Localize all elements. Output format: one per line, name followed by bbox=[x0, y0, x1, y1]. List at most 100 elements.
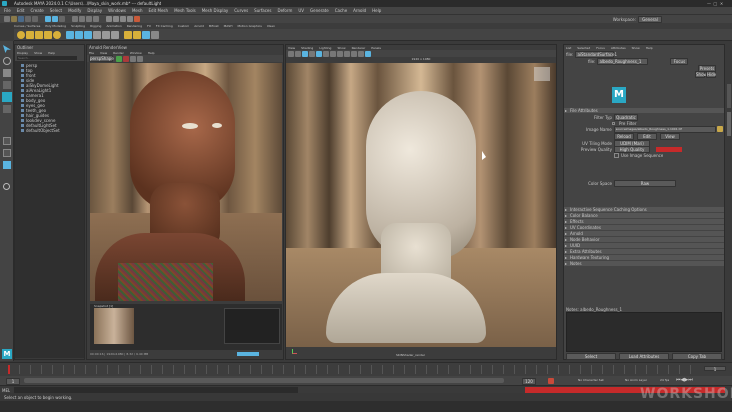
shelf-tab-5[interactable]: Rendering bbox=[127, 24, 142, 28]
no-anim-layer-label[interactable]: No Anim Layer bbox=[625, 378, 647, 382]
outliner-item[interactable]: defaultObjectSet bbox=[15, 128, 84, 133]
single-view-icon[interactable] bbox=[3, 137, 11, 145]
render-view-menu-item-1[interactable]: View bbox=[100, 51, 107, 55]
menu-item-16[interactable]: Cache bbox=[335, 8, 347, 13]
ae-view-button[interactable]: View bbox=[660, 132, 680, 140]
move-tool-icon[interactable] bbox=[3, 81, 11, 89]
ae-notes-field[interactable] bbox=[566, 312, 722, 352]
snap-curve-icon[interactable] bbox=[79, 16, 85, 22]
current-time-marker[interactable] bbox=[8, 365, 10, 374]
snap-point-icon[interactable] bbox=[86, 16, 92, 22]
time-ruler[interactable] bbox=[8, 365, 698, 374]
ae-hide-button[interactable]: Hide bbox=[706, 70, 716, 78]
menu-item-13[interactable]: Deform bbox=[277, 8, 292, 13]
paint-select-icon[interactable] bbox=[3, 69, 11, 77]
render-view-menu-item-2[interactable]: Render bbox=[113, 51, 124, 55]
current-frame-field[interactable]: 1 bbox=[704, 366, 726, 372]
viewport-menu-item-1[interactable]: Shading bbox=[301, 46, 313, 50]
menu-item-4[interactable]: Modify bbox=[68, 8, 81, 13]
poly-torus-icon[interactable] bbox=[53, 30, 61, 39]
outliner-menu-item-2[interactable]: Help bbox=[48, 51, 55, 55]
ipr-render-icon[interactable] bbox=[113, 16, 119, 22]
menu-item-6[interactable]: Windows bbox=[108, 8, 126, 13]
menu-item-10[interactable]: Mesh Display bbox=[202, 8, 229, 13]
redo-icon[interactable] bbox=[32, 16, 38, 22]
center-pivot-icon[interactable] bbox=[151, 30, 159, 39]
ambient-occlusion-icon[interactable] bbox=[344, 50, 350, 57]
auto-key-icon[interactable] bbox=[548, 378, 554, 384]
ae-load-button[interactable]: Load Attributes bbox=[619, 352, 669, 360]
workspace-dropdown[interactable]: General bbox=[638, 16, 662, 23]
ae-show-button[interactable]: Show bbox=[695, 70, 707, 78]
arnold-render-icon[interactable] bbox=[134, 16, 140, 22]
shelf-tab-3[interactable]: Rigging bbox=[90, 24, 101, 28]
menu-item-18[interactable]: Help bbox=[372, 8, 381, 13]
viewport-menu-item-2[interactable]: Lighting bbox=[319, 46, 331, 50]
ae-section[interactable]: Extra Attributes bbox=[564, 249, 724, 254]
isolate-select-icon[interactable] bbox=[351, 50, 357, 57]
shelf-tab-12[interactable]: Motion Graphics bbox=[237, 24, 261, 28]
shelf-tab-11[interactable]: MASH bbox=[224, 24, 233, 28]
bevel-icon[interactable] bbox=[102, 30, 110, 39]
menu-item-12[interactable]: Surfaces bbox=[254, 8, 271, 13]
fps-label[interactable]: 24 fps bbox=[660, 378, 669, 382]
range-bar[interactable] bbox=[24, 378, 504, 383]
ae-section[interactable]: Node Behavior bbox=[564, 237, 724, 242]
menu-item-5[interactable]: Display bbox=[87, 8, 102, 13]
image-seq-checkbox[interactable] bbox=[614, 152, 619, 158]
viewport-menu-item-0[interactable]: View bbox=[288, 46, 295, 50]
grid-toggle-icon[interactable] bbox=[302, 50, 308, 57]
poly-cube-icon[interactable] bbox=[26, 30, 34, 39]
combine-icon[interactable] bbox=[66, 30, 74, 39]
mirror-icon[interactable] bbox=[142, 30, 150, 39]
ae-preview-dropdown[interactable]: High Quality bbox=[614, 145, 650, 153]
resolution-gate-icon[interactable] bbox=[365, 50, 371, 57]
search-icon[interactable] bbox=[3, 183, 10, 190]
menu-item-17[interactable]: Arnold bbox=[353, 8, 366, 13]
use-lights-icon[interactable] bbox=[330, 50, 336, 57]
shelf-tab-10[interactable]: Bifrost bbox=[209, 24, 219, 28]
shelf-tab-6[interactable]: FX bbox=[147, 24, 151, 28]
snapshot-thumb[interactable] bbox=[94, 308, 134, 344]
menu-item-8[interactable]: Edit Mesh bbox=[149, 8, 169, 13]
render-play-icon[interactable] bbox=[116, 55, 122, 62]
render-view-menu-item-0[interactable]: File bbox=[89, 51, 94, 55]
render-settings-icon[interactable] bbox=[120, 16, 126, 22]
smooth-icon[interactable] bbox=[84, 30, 92, 39]
ae-node-field[interactable]: aiStandardSurface1 bbox=[575, 51, 617, 58]
xray-icon[interactable] bbox=[358, 50, 364, 57]
scale-tool-icon[interactable] bbox=[3, 105, 11, 113]
outliner-menu-item-0[interactable]: Display bbox=[17, 51, 28, 55]
extrude-icon[interactable] bbox=[93, 30, 101, 39]
separate-icon[interactable] bbox=[75, 30, 83, 39]
ae-section-file[interactable]: File Attributes bbox=[564, 108, 724, 113]
shelf-tab-7[interactable]: FX Caching bbox=[156, 24, 173, 28]
new-scene-icon[interactable] bbox=[4, 16, 10, 22]
ae-section[interactable]: Arnold bbox=[564, 231, 724, 236]
menu-item-7[interactable]: Mesh bbox=[132, 8, 143, 13]
snapshot-icon[interactable] bbox=[137, 55, 143, 62]
select-hierarchy-icon[interactable] bbox=[45, 16, 51, 22]
render-refresh-icon[interactable] bbox=[130, 55, 136, 62]
rotate-tool-icon[interactable] bbox=[2, 92, 12, 102]
ae-filter-type-dropdown[interactable]: Quadratic bbox=[614, 113, 638, 121]
snap-surface-icon[interactable] bbox=[93, 16, 99, 22]
shelf-tab-0[interactable]: Curves / Surfaces bbox=[14, 24, 40, 28]
ae-menu-item-4[interactable]: Show bbox=[632, 46, 640, 50]
open-scene-icon[interactable] bbox=[11, 16, 17, 22]
render-view-menu-item-3[interactable]: Window bbox=[130, 51, 142, 55]
folder-icon[interactable] bbox=[717, 126, 723, 132]
ae-menu-item-0[interactable]: List bbox=[566, 46, 571, 50]
ae-node-name-field[interactable]: albedo_Roughness_1 bbox=[597, 58, 649, 65]
menu-item-0[interactable]: File bbox=[4, 8, 11, 13]
ae-section[interactable]: UV Coordinates bbox=[564, 225, 724, 230]
end-frame-field[interactable]: 120 bbox=[522, 378, 536, 385]
viewport-canvas[interactable] bbox=[286, 63, 556, 347]
poly-cylinder-icon[interactable] bbox=[35, 30, 43, 39]
menu-item-14[interactable]: UV bbox=[298, 8, 304, 13]
poly-sphere-icon[interactable] bbox=[17, 30, 25, 39]
select-component-icon[interactable] bbox=[59, 16, 65, 22]
bridge-icon[interactable] bbox=[111, 30, 119, 39]
save-scene-icon[interactable] bbox=[18, 16, 24, 22]
start-frame-field[interactable]: 1 bbox=[6, 378, 20, 385]
